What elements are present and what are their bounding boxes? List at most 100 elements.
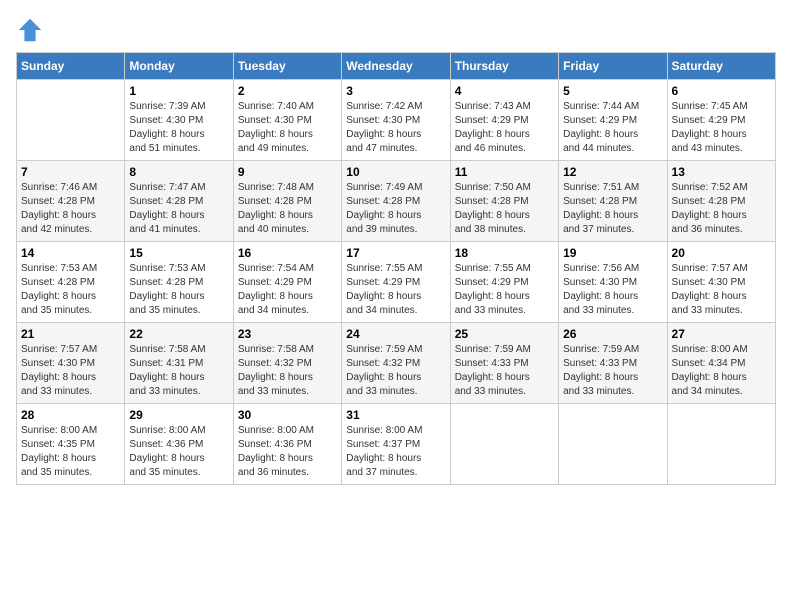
- day-info: Sunrise: 7:43 AM Sunset: 4:29 PM Dayligh…: [455, 100, 554, 156]
- calendar-day-cell: 24 Sunrise: 7:59 AM Sunset: 4:32 PM Dayli…: [342, 323, 450, 404]
- calendar-day-cell: 18 Sunrise: 7:55 AM Sunset: 4:29 PM Dayli…: [450, 242, 558, 323]
- day-info: Sunrise: 7:42 AM Sunset: 4:30 PM Dayligh…: [346, 100, 445, 156]
- day-info: Sunrise: 8:00 AM Sunset: 4:36 PM Dayligh…: [238, 424, 337, 480]
- calendar-day-cell: 7 Sunrise: 7:46 AM Sunset: 4:28 PM Daylig…: [17, 161, 125, 242]
- calendar-day-cell: 9Sunrise: 7:48 AM Sunset: 4:28 PM Daylig…: [233, 161, 341, 242]
- day-info: Sunrise: 7:52 AM Sunset: 4:28 PM Dayligh…: [672, 181, 771, 237]
- day-info: Sunrise: 7:59 AM Sunset: 4:33 PM Dayligh…: [563, 343, 662, 399]
- calendar-day-cell: 4 Sunrise: 7:43 AM Sunset: 4:29 PM Daylig…: [450, 80, 558, 161]
- calendar-day-cell: 23 Sunrise: 7:58 AM Sunset: 4:32 PM Dayli…: [233, 323, 341, 404]
- day-number: 6: [672, 84, 771, 98]
- day-number: 15: [129, 246, 228, 260]
- calendar-day-cell: 28 Sunrise: 8:00 AM Sunset: 4:35 PM Dayli…: [17, 404, 125, 485]
- calendar-table: SundayMondayTuesdayWednesdayThursdayFrid…: [16, 52, 776, 485]
- day-info: Sunrise: 7:58 AM Sunset: 4:32 PM Dayligh…: [238, 343, 337, 399]
- calendar-day-cell: [667, 404, 775, 485]
- calendar-day-cell: 19 Sunrise: 7:56 AM Sunset: 4:30 PM Dayli…: [559, 242, 667, 323]
- day-number: 5: [563, 84, 662, 98]
- calendar-day-cell: 10 Sunrise: 7:49 AM Sunset: 4:28 PM Dayli…: [342, 161, 450, 242]
- calendar-header-row: SundayMondayTuesdayWednesdayThursdayFrid…: [17, 53, 776, 80]
- day-of-week-header: Sunday: [17, 53, 125, 80]
- day-number: 2: [238, 84, 337, 98]
- day-number: 14: [21, 246, 120, 260]
- calendar-day-cell: 31Sunrise: 8:00 AM Sunset: 4:37 PM Dayli…: [342, 404, 450, 485]
- day-info: Sunrise: 7:57 AM Sunset: 4:30 PM Dayligh…: [21, 343, 120, 399]
- calendar-week-row: 1Sunrise: 7:39 AM Sunset: 4:30 PM Daylig…: [17, 80, 776, 161]
- day-info: Sunrise: 7:51 AM Sunset: 4:28 PM Dayligh…: [563, 181, 662, 237]
- day-number: 29: [129, 408, 228, 422]
- day-of-week-header: Thursday: [450, 53, 558, 80]
- day-number: 8: [129, 165, 228, 179]
- calendar-day-cell: [559, 404, 667, 485]
- day-info: Sunrise: 7:55 AM Sunset: 4:29 PM Dayligh…: [455, 262, 554, 318]
- calendar-day-cell: 14 Sunrise: 7:53 AM Sunset: 4:28 PM Dayli…: [17, 242, 125, 323]
- day-info: Sunrise: 7:58 AM Sunset: 4:31 PM Dayligh…: [129, 343, 228, 399]
- day-info: Sunrise: 7:46 AM Sunset: 4:28 PM Dayligh…: [21, 181, 120, 237]
- day-number: 11: [455, 165, 554, 179]
- calendar-day-cell: 27 Sunrise: 8:00 AM Sunset: 4:34 PM Dayli…: [667, 323, 775, 404]
- calendar-week-row: 28 Sunrise: 8:00 AM Sunset: 4:35 PM Dayli…: [17, 404, 776, 485]
- day-number: 23: [238, 327, 337, 341]
- day-info: Sunrise: 7:56 AM Sunset: 4:30 PM Dayligh…: [563, 262, 662, 318]
- calendar-day-cell: 21 Sunrise: 7:57 AM Sunset: 4:30 PM Dayli…: [17, 323, 125, 404]
- calendar-day-cell: 2 Sunrise: 7:40 AM Sunset: 4:30 PM Daylig…: [233, 80, 341, 161]
- calendar-day-cell: 15 Sunrise: 7:53 AM Sunset: 4:28 PM Dayli…: [125, 242, 233, 323]
- day-number: 28: [21, 408, 120, 422]
- day-number: 13: [672, 165, 771, 179]
- calendar-day-cell: 26Sunrise: 7:59 AM Sunset: 4:33 PM Dayli…: [559, 323, 667, 404]
- calendar-day-cell: [450, 404, 558, 485]
- day-of-week-header: Wednesday: [342, 53, 450, 80]
- day-of-week-header: Friday: [559, 53, 667, 80]
- logo-icon: [16, 16, 44, 44]
- day-number: 12: [563, 165, 662, 179]
- day-number: 18: [455, 246, 554, 260]
- day-number: 25: [455, 327, 554, 341]
- day-number: 7: [21, 165, 120, 179]
- day-number: 24: [346, 327, 445, 341]
- logo: [16, 16, 48, 44]
- day-of-week-header: Tuesday: [233, 53, 341, 80]
- day-info: Sunrise: 7:59 AM Sunset: 4:32 PM Dayligh…: [346, 343, 445, 399]
- day-number: 10: [346, 165, 445, 179]
- calendar-day-cell: 30Sunrise: 8:00 AM Sunset: 4:36 PM Dayli…: [233, 404, 341, 485]
- day-info: Sunrise: 7:53 AM Sunset: 4:28 PM Dayligh…: [129, 262, 228, 318]
- calendar-day-cell: 8Sunrise: 7:47 AM Sunset: 4:28 PM Daylig…: [125, 161, 233, 242]
- calendar-day-cell: 6 Sunrise: 7:45 AM Sunset: 4:29 PM Daylig…: [667, 80, 775, 161]
- day-number: 9: [238, 165, 337, 179]
- day-info: Sunrise: 7:49 AM Sunset: 4:28 PM Dayligh…: [346, 181, 445, 237]
- day-info: Sunrise: 7:55 AM Sunset: 4:29 PM Dayligh…: [346, 262, 445, 318]
- calendar-day-cell: 1Sunrise: 7:39 AM Sunset: 4:30 PM Daylig…: [125, 80, 233, 161]
- day-info: Sunrise: 7:57 AM Sunset: 4:30 PM Dayligh…: [672, 262, 771, 318]
- day-of-week-header: Saturday: [667, 53, 775, 80]
- day-info: Sunrise: 7:39 AM Sunset: 4:30 PM Dayligh…: [129, 100, 228, 156]
- day-of-week-header: Monday: [125, 53, 233, 80]
- day-info: Sunrise: 7:50 AM Sunset: 4:28 PM Dayligh…: [455, 181, 554, 237]
- calendar-day-cell: 25 Sunrise: 7:59 AM Sunset: 4:33 PM Dayli…: [450, 323, 558, 404]
- day-number: 20: [672, 246, 771, 260]
- calendar-day-cell: 12 Sunrise: 7:51 AM Sunset: 4:28 PM Dayli…: [559, 161, 667, 242]
- day-info: Sunrise: 8:00 AM Sunset: 4:35 PM Dayligh…: [21, 424, 120, 480]
- day-number: 21: [21, 327, 120, 341]
- day-info: Sunrise: 8:00 AM Sunset: 4:37 PM Dayligh…: [346, 424, 445, 480]
- day-info: Sunrise: 7:53 AM Sunset: 4:28 PM Dayligh…: [21, 262, 120, 318]
- day-info: Sunrise: 7:44 AM Sunset: 4:29 PM Dayligh…: [563, 100, 662, 156]
- calendar-day-cell: 17 Sunrise: 7:55 AM Sunset: 4:29 PM Dayli…: [342, 242, 450, 323]
- calendar-day-cell: 13 Sunrise: 7:52 AM Sunset: 4:28 PM Dayli…: [667, 161, 775, 242]
- day-info: Sunrise: 7:40 AM Sunset: 4:30 PM Dayligh…: [238, 100, 337, 156]
- day-info: Sunrise: 7:59 AM Sunset: 4:33 PM Dayligh…: [455, 343, 554, 399]
- calendar-day-cell: [17, 80, 125, 161]
- day-info: Sunrise: 7:45 AM Sunset: 4:29 PM Dayligh…: [672, 100, 771, 156]
- day-number: 17: [346, 246, 445, 260]
- calendar-day-cell: 3Sunrise: 7:42 AM Sunset: 4:30 PM Daylig…: [342, 80, 450, 161]
- calendar-week-row: 21 Sunrise: 7:57 AM Sunset: 4:30 PM Dayli…: [17, 323, 776, 404]
- day-number: 22: [129, 327, 228, 341]
- day-info: Sunrise: 8:00 AM Sunset: 4:34 PM Dayligh…: [672, 343, 771, 399]
- page-header: [16, 16, 776, 44]
- day-number: 27: [672, 327, 771, 341]
- day-number: 19: [563, 246, 662, 260]
- calendar-week-row: 14 Sunrise: 7:53 AM Sunset: 4:28 PM Dayli…: [17, 242, 776, 323]
- calendar-day-cell: 20 Sunrise: 7:57 AM Sunset: 4:30 PM Dayli…: [667, 242, 775, 323]
- calendar-day-cell: 16Sunrise: 7:54 AM Sunset: 4:29 PM Dayli…: [233, 242, 341, 323]
- day-number: 16: [238, 246, 337, 260]
- day-number: 4: [455, 84, 554, 98]
